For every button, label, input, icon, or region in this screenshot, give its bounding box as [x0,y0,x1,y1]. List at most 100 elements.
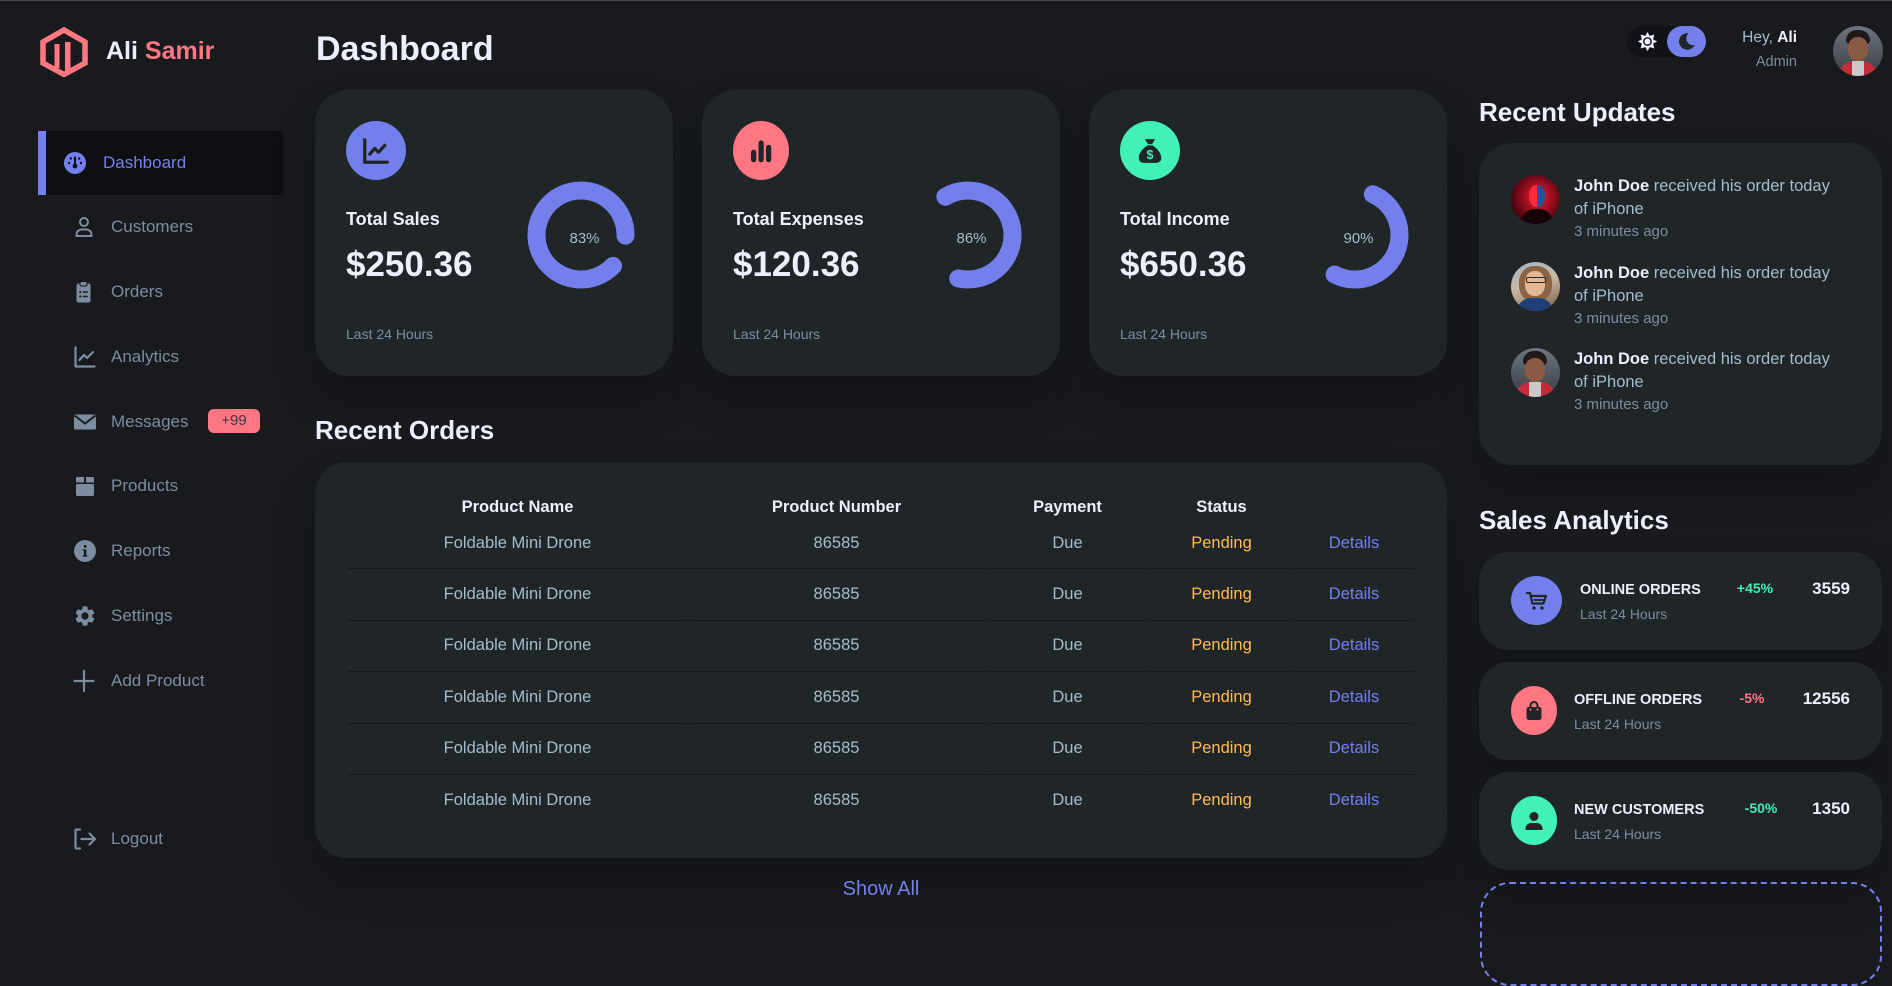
sidebar-item-messages[interactable]: Messages +99 [38,390,283,454]
analytics-item-offline-orders: OFFLINE ORDERS Last 24 Hours -5% 12556 [1479,662,1882,760]
sidebar-item-add-product[interactable]: Add Product [38,649,283,713]
profile-avatar[interactable] [1833,26,1883,76]
product-number-cell: 86585 [689,672,984,724]
line-chart-icon [73,345,97,369]
details-link[interactable]: Details [1294,569,1414,621]
update-item: John Doe received his order today of iPh… [1511,348,1851,428]
payment-cell: Due [986,672,1149,724]
sun-icon[interactable] [1637,31,1658,52]
line-chart-icon [363,137,389,164]
sidebar-item-reports[interactable]: Reports [38,519,283,583]
person-icon [1525,811,1543,830]
avatar [1511,348,1560,397]
analytics-value: 1350 [1812,799,1850,818]
analytics-value: 3559 [1812,579,1850,598]
theme-toggle[interactable] [1627,26,1706,57]
insight-card-sales: Total Sales $250.36 83% Last 24 Hours [315,90,673,376]
greeting-text: Hey, [1742,29,1778,46]
insight-icon-badge: $ [1120,121,1180,180]
sidebar-item-label: Dashboard [103,153,187,172]
details-link[interactable]: Details [1294,672,1414,724]
table-row: Foldable Mini Drone 86585 Due Pending De… [348,518,1414,570]
details-link[interactable]: Details [1294,518,1414,570]
sidebar-item-label: Settings [111,606,173,625]
user-name: Ali [1777,29,1797,46]
sidebar-item-orders[interactable]: Orders [38,260,283,324]
update-item: John Doe received his order today of iPh… [1511,175,1851,255]
person-outline-icon [73,215,97,239]
insight-percent: 90% [1343,230,1374,247]
product-name-cell: Foldable Mini Drone [348,724,687,775]
recent-updates-title: Recent Updates [1479,97,1676,127]
insight-percent: 83% [569,230,600,247]
analytics-period: Last 24 Hours [1574,715,1662,732]
details-link[interactable]: Details [1294,621,1414,673]
avatar [1511,175,1560,224]
sidebar-item-customers[interactable]: Customers [38,195,283,259]
insight-percent: 86% [956,230,987,247]
avatar [1511,261,1560,311]
logout-button[interactable]: Logout [38,807,283,871]
table-row: Foldable Mini Drone 86585 Due Pending De… [348,724,1414,775]
analytics-item-online-orders: ONLINE ORDERS Last 24 Hours +45% 3559 [1479,552,1882,650]
product-number-cell: 86585 [689,569,984,621]
avatar-tshirt [1529,382,1541,397]
product-name-cell: Foldable Mini Drone [348,672,687,724]
gear-icon [73,604,97,628]
insight-icon-badge [346,121,406,180]
analytics-title: OFFLINE ORDERS [1574,691,1703,708]
window-top-edge [0,0,1892,1]
analytics-change: -50% [1744,799,1778,816]
analytics-change: -5% [1739,689,1765,706]
dark-mode-option[interactable] [1667,26,1706,57]
product-name-cell: Foldable Mini Drone [348,518,687,570]
status-cell: Pending [1151,569,1292,621]
page-title: Dashboard [316,30,494,68]
sidebar-item-analytics[interactable]: Analytics [38,325,283,389]
insight-amount: $650.36 [1120,245,1247,284]
plus-icon [73,669,97,693]
column-header-status: Status [1196,498,1247,516]
sidebar-item-settings[interactable]: Settings [38,584,283,648]
product-number-cell: 86585 [689,518,984,570]
sidebar-item-products[interactable]: Products [38,454,283,518]
insight-card-income: $ Total Income $650.36 90% Last 24 Hours [1089,90,1447,376]
analytics-period: Last 24 Hours [1580,605,1668,622]
payment-cell: Due [986,724,1149,775]
product-name-cell: Foldable Mini Drone [443,791,592,810]
update-text: John Doe received his order today of iPh… [1574,175,1839,221]
avatar-face [1848,37,1868,61]
table-row: Foldable Mini Drone 86585 Due Pending De… [348,569,1414,621]
bar-chart-icon [751,139,772,162]
details-link[interactable]: Details [1294,775,1414,826]
show-all-link[interactable]: Show All [843,878,920,900]
avatar-tshirt [1852,61,1864,76]
insight-amount: $120.36 [733,245,860,284]
moon-icon [1679,33,1695,50]
analytics-title: NEW CUSTOMERS [1574,801,1705,818]
messages-count-badge: +99 [208,409,260,433]
product-name-cell: Foldable Mini Drone [348,621,687,673]
table-row: Foldable Mini Drone 86585 Due Pending De… [348,621,1414,673]
column-header-payment: Payment [1033,498,1102,516]
payment-cell: Due [986,518,1149,570]
sidebar-item-dashboard[interactable]: Dashboard [38,131,283,195]
analytics-icon-badge [1511,576,1562,625]
avatar-face [1529,185,1545,207]
analytics-icon-badge [1511,686,1557,735]
update-author: John Doe [1574,350,1650,368]
status-cell: Pending [1151,724,1292,775]
add-product-card[interactable] [1480,882,1882,986]
recent-updates-card: John Doe received his order today of iPh… [1479,143,1882,465]
sidebar-item-label: Orders [111,282,163,301]
product-number-cell: 86585 [689,724,984,775]
user-role: Admin [1755,54,1797,70]
recent-orders-card: Product Name Product Number Payment Stat… [315,462,1447,858]
insight-title: Total Sales [346,209,440,229]
envelope-icon [73,410,97,434]
status-cell: Pending [1191,791,1252,810]
details-link[interactable]: Details [1294,724,1414,775]
table-row: Foldable Mini Drone 86585 Due Pending De… [348,672,1414,724]
money-bag-icon: $ [1138,138,1162,163]
update-time: 3 minutes ago [1574,396,1669,413]
